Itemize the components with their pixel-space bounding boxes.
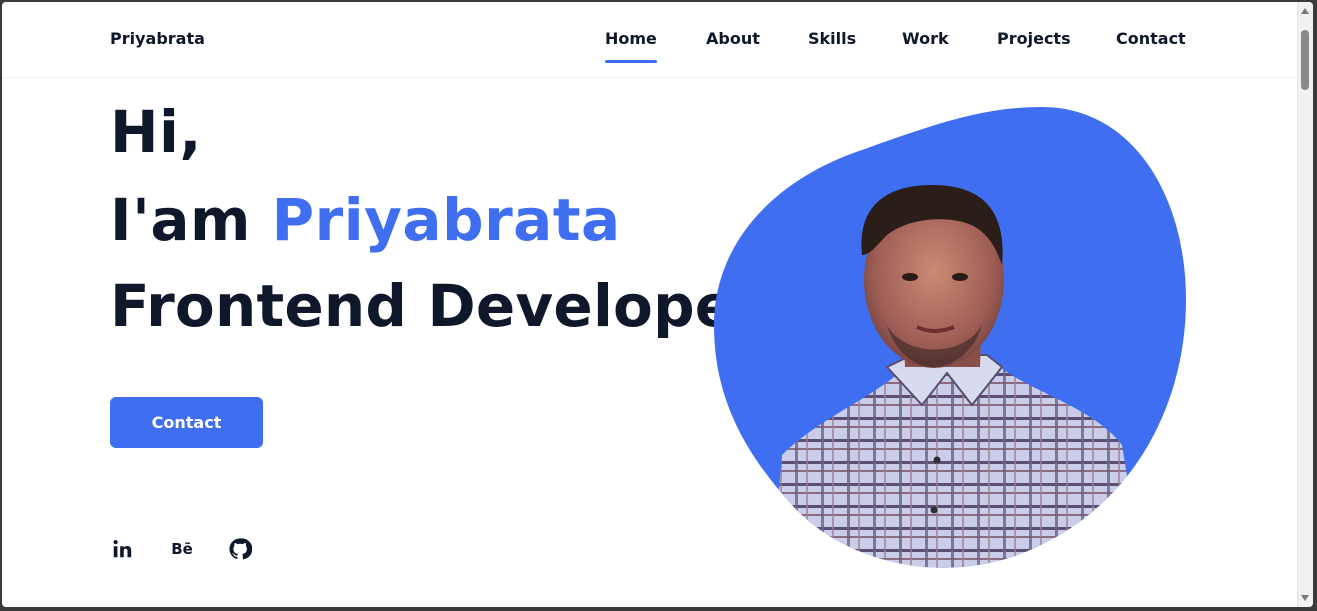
hero-name: Priyabrata [271,186,621,254]
nav-skills[interactable]: Skills [808,29,856,48]
site-header: Priyabrata Home About Skills Work Projec… [2,2,1298,78]
behance-glyph: Bē [171,540,193,558]
site-logo[interactable]: Priyabrata [110,29,205,48]
nav-work[interactable]: Work [902,29,949,48]
contact-button[interactable]: Contact [110,397,263,448]
browser-viewport: Priyabrata Home About Skills Work Projec… [2,2,1313,607]
hero-intro-prefix: I'am [110,186,251,254]
nav-contact[interactable]: Contact [1116,29,1186,48]
nav-projects[interactable]: Projects [997,29,1071,48]
portrait-blob [714,107,1186,568]
scroll-down-icon[interactable] [1301,595,1309,601]
github-icon[interactable] [227,536,253,562]
hero-role: Frontend Developer [110,272,764,340]
scroll-up-icon[interactable] [1301,8,1309,14]
hero-intro: I'am Priyabrata [110,186,621,254]
linkedin-icon[interactable] [109,536,135,562]
vertical-scrollbar[interactable] [1297,2,1313,607]
hero-greeting: Hi, [110,98,202,166]
hero-portrait [712,105,1188,570]
scroll-thumb[interactable] [1301,30,1309,90]
behance-icon[interactable]: Bē [169,536,195,562]
nav-about[interactable]: About [706,29,760,48]
nav-home[interactable]: Home [605,29,657,63]
